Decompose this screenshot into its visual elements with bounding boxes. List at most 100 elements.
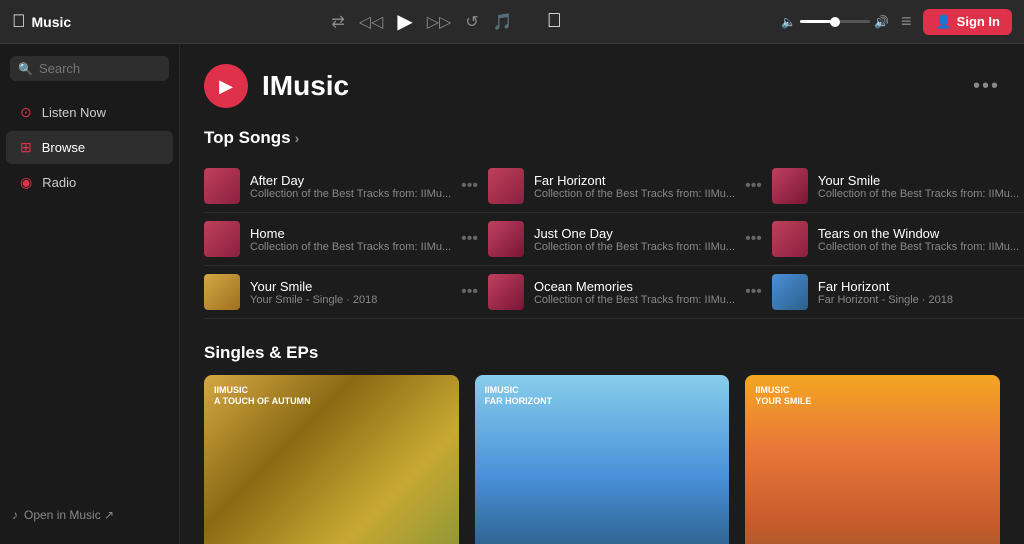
- song-thumbnail: [488, 274, 524, 310]
- song-name: Your Smile: [818, 173, 1019, 188]
- sidebar-item-browse[interactable]: ⊞ Browse: [6, 131, 173, 164]
- album-card[interactable]: IIMUSICYOUR SMILE ▶ Your Smile - Single …: [745, 375, 1000, 544]
- song-name: Ocean Memories: [534, 279, 735, 294]
- menu-icon[interactable]: ≡: [901, 11, 912, 32]
- song-info: Tears on the Window Collection of the Be…: [818, 226, 1019, 253]
- song-more-button[interactable]: •••: [461, 230, 478, 248]
- radio-icon: ◉: [20, 174, 32, 191]
- singles-label: Singles & EPs: [204, 343, 318, 363]
- playback-controls: ⇄ ◁◁ ▶ ▷▷ ↺ 🎵 : [132, 9, 781, 34]
- play-button[interactable]: ▶: [397, 9, 412, 34]
- browse-icon: ⊞: [20, 139, 32, 156]
- volume-thumb: [830, 17, 840, 27]
- sidebar-item-listen-now[interactable]: ⊙ Listen Now: [6, 96, 173, 129]
- imusic-play-button[interactable]: ▶: [204, 64, 248, 108]
- sidebar-item-radio[interactable]: ◉ Radio: [6, 166, 173, 199]
- song-subtitle: Your Smile - Single · 2018: [250, 294, 451, 306]
- song-info: Far Horizont Collection of the Best Trac…: [534, 173, 735, 200]
- song-row[interactable]: Tears on the Window Collection of the Be…: [772, 213, 1024, 266]
- song-thumbnail: [772, 221, 808, 257]
- song-thumbnail: [488, 221, 524, 257]
- song-thumbnail: [488, 168, 524, 204]
- app-logo:  Music: [12, 11, 132, 32]
- volume-low-icon: 🔈: [781, 15, 796, 29]
- music-note-icon: ♪: [12, 508, 18, 522]
- shuffle-button[interactable]: ⇄: [331, 12, 344, 32]
- song-more-button[interactable]: •••: [745, 177, 762, 195]
- signin-icon: 👤: [935, 14, 951, 30]
- song-row[interactable]: Home Collection of the Best Tracks from:…: [204, 213, 488, 266]
- song-thumbnail: [204, 168, 240, 204]
- song-subtitle: Collection of the Best Tracks from: IIMu…: [818, 188, 1019, 200]
- content-area: ▶ IMusic ••• Top Songs › After Day Colle…: [180, 44, 1024, 544]
- song-more-button[interactable]: •••: [461, 177, 478, 195]
- song-info: Your Smile Collection of the Best Tracks…: [818, 173, 1019, 200]
- sidebar-label-listen-now: Listen Now: [42, 105, 106, 120]
- song-row[interactable]: Your Smile Collection of the Best Tracks…: [772, 160, 1024, 213]
- next-button[interactable]: ▷▷: [427, 12, 452, 32]
- open-in-music[interactable]: ♪ Open in Music ↗: [0, 498, 179, 532]
- top-songs-section-title[interactable]: Top Songs ›: [204, 128, 1000, 148]
- volume-slider[interactable]: [800, 20, 870, 23]
- music-note-icon: 🎵: [493, 12, 513, 32]
- song-more-button[interactable]: •••: [745, 230, 762, 248]
- song-name: Tears on the Window: [818, 226, 1019, 241]
- album-card[interactable]: IIMUSICA TOUCH OF AUTUMN ▶ A Touch of Au…: [204, 375, 459, 544]
- apple-center-logo: : [547, 10, 562, 33]
- album-art: IIMUSICFAR HORIZONT ▶: [475, 375, 730, 544]
- search-box[interactable]: 🔍: [10, 56, 169, 81]
- song-row[interactable]: Ocean Memories Collection of the Best Tr…: [488, 266, 772, 319]
- imusic-more-button[interactable]: •••: [973, 75, 1000, 98]
- song-subtitle: Collection of the Best Tracks from: IIMu…: [818, 241, 1019, 253]
- song-info: After Day Collection of the Best Tracks …: [250, 173, 451, 200]
- song-name: Home: [250, 226, 451, 241]
- top-songs-grid: After Day Collection of the Best Tracks …: [204, 160, 1000, 319]
- imusic-title-area: ▶ IMusic: [204, 64, 349, 108]
- app-name: Music: [32, 14, 72, 30]
- repeat-button[interactable]: ↺: [465, 12, 478, 32]
- song-thumbnail: [772, 168, 808, 204]
- album-art: IIMUSICA TOUCH OF AUTUMN ▶: [204, 375, 459, 544]
- song-subtitle: Collection of the Best Tracks from: IIMu…: [534, 294, 735, 306]
- song-info: Far Horizont Far Horizont - Single · 201…: [818, 279, 1019, 306]
- song-more-button[interactable]: •••: [461, 283, 478, 301]
- song-more-button[interactable]: •••: [745, 283, 762, 301]
- song-info: Home Collection of the Best Tracks from:…: [250, 226, 451, 253]
- song-row[interactable]: After Day Collection of the Best Tracks …: [204, 160, 488, 213]
- open-in-music-label: Open in Music ↗: [24, 508, 114, 522]
- sidebar-label-browse: Browse: [42, 140, 85, 155]
- song-info: Ocean Memories Collection of the Best Tr…: [534, 279, 735, 306]
- singles-section-title: Singles & EPs: [204, 343, 1000, 363]
- song-name: Far Horizont: [534, 173, 735, 188]
- song-subtitle: Collection of the Best Tracks from: IIMu…: [534, 188, 735, 200]
- singles-grid: IIMUSICA TOUCH OF AUTUMN ▶ A Touch of Au…: [204, 375, 1000, 544]
- song-row[interactable]: Far Horizont Collection of the Best Trac…: [488, 160, 772, 213]
- prev-button[interactable]: ◁◁: [359, 12, 384, 32]
- volume-control[interactable]: 🔈 🔊: [781, 15, 889, 29]
- album-card[interactable]: IIMUSICFAR HORIZONT ▶ Far Horizont - Sin…: [475, 375, 730, 544]
- song-row[interactable]: Just One Day Collection of the Best Trac…: [488, 213, 772, 266]
- song-name: After Day: [250, 173, 451, 188]
- album-art-label: IIMUSICA TOUCH OF AUTUMN: [214, 385, 311, 407]
- album-art: IIMUSICYOUR SMILE ▶: [745, 375, 1000, 544]
- main-layout: 🔍 ⊙ Listen Now ⊞ Browse ◉ Radio ♪ Open i…: [0, 44, 1024, 544]
- signin-label: Sign In: [957, 14, 1000, 29]
- song-name: Just One Day: [534, 226, 735, 241]
- top-songs-label: Top Songs: [204, 128, 291, 148]
- sidebar-label-radio: Radio: [42, 175, 76, 190]
- song-thumbnail: [772, 274, 808, 310]
- song-name: Far Horizont: [818, 279, 1019, 294]
- song-subtitle: Collection of the Best Tracks from: IIMu…: [534, 241, 735, 253]
- topbar-right: 🔈 🔊 ≡ 👤 Sign In: [781, 9, 1012, 35]
- song-thumbnail: [204, 274, 240, 310]
- search-icon: 🔍: [18, 62, 33, 76]
- search-input[interactable]: [39, 61, 161, 76]
- album-art-label: IIMUSICFAR HORIZONT: [485, 385, 553, 407]
- song-row[interactable]: Far Horizont Far Horizont - Single · 201…: [772, 266, 1024, 319]
- imusic-title: IMusic: [262, 70, 349, 102]
- topbar:  Music ⇄ ◁◁ ▶ ▷▷ ↺ 🎵  🔈 🔊 ≡ 👤 Sign In: [0, 0, 1024, 44]
- top-songs-chevron: ›: [295, 130, 300, 146]
- song-row[interactable]: Your Smile Your Smile - Single · 2018 ••…: [204, 266, 488, 319]
- apple-icon: : [12, 11, 26, 32]
- signin-button[interactable]: 👤 Sign In: [923, 9, 1012, 35]
